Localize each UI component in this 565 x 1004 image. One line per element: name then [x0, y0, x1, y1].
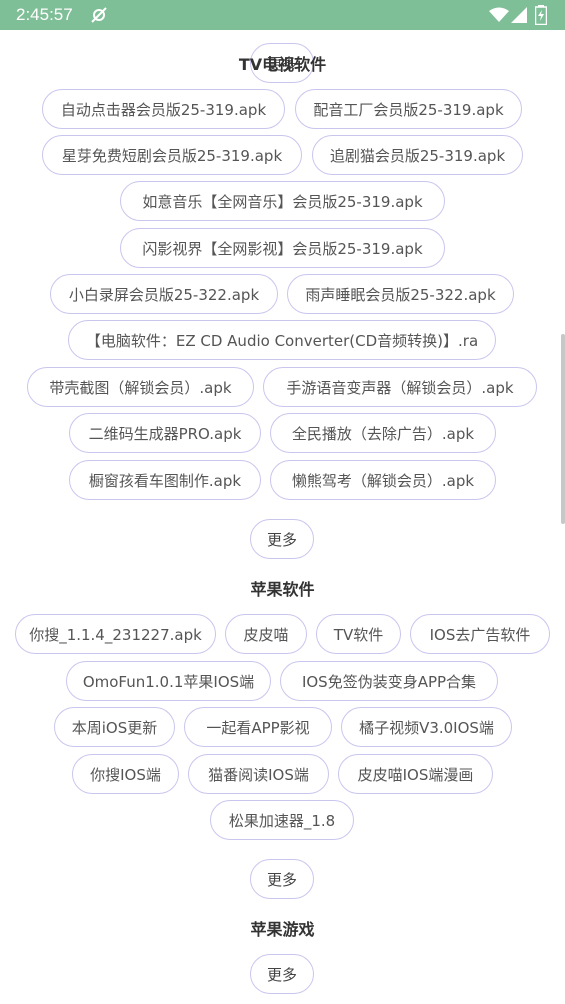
chip-item[interactable]: 你搜_1.1.4_231227.apk [15, 614, 216, 654]
chip-item[interactable]: 星芽免费短剧会员版25-319.apk [42, 135, 302, 175]
chip-item[interactable]: 追剧猫会员版25-319.apk [312, 135, 523, 175]
status-time: 2:45:57 [16, 5, 73, 24]
chip-item[interactable]: 本周iOS更新 [54, 707, 175, 747]
chip-item[interactable]: 松果加速器_1.8 [210, 800, 354, 840]
chip-item[interactable]: TV软件 [316, 614, 401, 654]
chip-item[interactable]: 自动点击器会员版25-319.apk [42, 89, 285, 129]
chip-item[interactable]: OmoFun1.0.1苹果IOS端 [66, 661, 271, 701]
status-bar: 2:45:57 [0, 0, 565, 30]
more-button-apple-games[interactable]: 更多 [250, 954, 314, 994]
chip-item[interactable]: 你搜IOS端 [72, 754, 179, 794]
chip-item[interactable]: 橱窗孩看车图制作.apk [69, 460, 261, 500]
chip-item[interactable]: 懒熊驾考（解锁会员）.apk [270, 460, 496, 500]
main-content[interactable]: 更多 TV电视软件 自动点击器会员版25-319.apk 配音工厂会员版25-3… [0, 30, 565, 1004]
section-title-apple-software: 苹果软件 [250, 580, 315, 599]
scrollbar-thumb[interactable] [561, 334, 565, 524]
chip-item[interactable]: 橘子视频V3.0IOS端 [341, 707, 512, 747]
chip-item[interactable]: 闪影视界【全网影视】会员版25-319.apk [120, 228, 445, 268]
battery-icon [535, 5, 547, 25]
chip-item[interactable]: 带壳截图（解锁会员）.apk [27, 367, 254, 407]
chip-item[interactable]: 手游语音变声器（解锁会员）.apk [263, 367, 537, 407]
chip-item[interactable]: 小白录屏会员版25-322.apk [50, 274, 278, 314]
chip-item[interactable]: IOS去广告软件 [410, 614, 550, 654]
more-button-tv[interactable]: 更多 [250, 519, 314, 559]
chip-item[interactable]: 全民播放（去除广告）.apk [270, 413, 496, 453]
section-title-tv: TV电视软件 [238, 55, 327, 74]
more-button-apple-software[interactable]: 更多 [250, 859, 314, 899]
section-title-apple-games: 苹果游戏 [250, 920, 315, 939]
chip-item[interactable]: 二维码生成器PRO.apk [69, 413, 261, 453]
chip-item[interactable]: 如意音乐【全网音乐】会员版25-319.apk [120, 181, 445, 221]
signal-icon [511, 7, 527, 23]
chip-item[interactable]: 配音工厂会员版25-319.apk [295, 89, 522, 129]
wifi-icon [489, 7, 509, 22]
notification-icon [91, 7, 107, 23]
chip-item[interactable]: 皮皮喵IOS端漫画 [338, 754, 493, 794]
chip-item[interactable]: 猫番阅读IOS端 [188, 754, 329, 794]
chip-item[interactable]: 一起看APP影视 [184, 707, 332, 747]
chip-item[interactable]: 【电脑软件：EZ CD Audio Converter(CD音频转换)】.ra [68, 320, 496, 360]
chip-item[interactable]: 皮皮喵 [225, 614, 307, 654]
chip-item[interactable]: IOS免签伪装变身APP合集 [280, 661, 498, 701]
chip-item[interactable]: 雨声睡眠会员版25-322.apk [287, 274, 514, 314]
